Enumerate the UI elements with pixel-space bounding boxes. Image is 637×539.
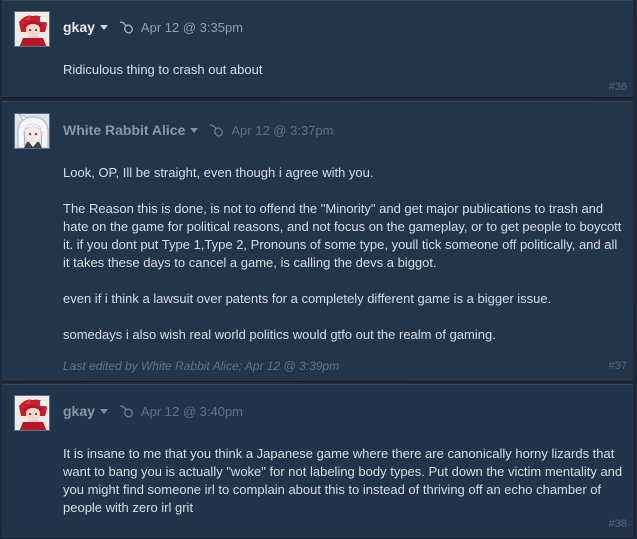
- comment-body: Look, OP, Ill be straight, even though i…: [63, 164, 623, 344]
- comment-paragraph: even if i think a lawsuit over patents f…: [63, 291, 552, 306]
- edited-note: Last edited by White Rabbit Alice; Apr 1…: [63, 359, 340, 373]
- mouse-icon: [119, 21, 133, 34]
- author-line: White Rabbit Alice Apr 12 @ 3:37pm: [63, 120, 333, 140]
- anime-avatar-red-icon: [15, 12, 49, 46]
- mouse-icon: [210, 124, 224, 137]
- chevron-down-icon[interactable]: [190, 127, 199, 133]
- discussion-thread: gkay Apr 12 @ 3:35pm Ridiculous thing to…: [0, 0, 637, 539]
- author-name[interactable]: White Rabbit Alice: [63, 122, 185, 138]
- post-number[interactable]: #36: [609, 81, 627, 93]
- anime-avatar-red-icon: [15, 396, 49, 430]
- comment-paragraph: It is insane to me that you think a Japa…: [63, 446, 623, 515]
- author-name[interactable]: gkay: [63, 19, 95, 35]
- chevron-down-icon[interactable]: [99, 408, 108, 414]
- mouse-icon: [119, 405, 133, 418]
- comment-post: gkay Apr 12 @ 3:35pm Ridiculous thing to…: [2, 0, 633, 98]
- comment-paragraph: Ridiculous thing to crash out about: [63, 62, 263, 77]
- post-timestamp[interactable]: Apr 12 @ 3:37pm: [231, 123, 333, 138]
- comment-post: White Rabbit Alice Apr 12 @ 3:37pm Look,…: [2, 101, 633, 382]
- anime-avatar-white-hair-icon: [15, 114, 49, 148]
- post-timestamp[interactable]: Apr 12 @ 3:40pm: [141, 404, 243, 419]
- post-number[interactable]: #38: [609, 518, 627, 530]
- author-line: gkay Apr 12 @ 3:35pm: [63, 17, 243, 37]
- comment-body: It is insane to me that you think a Japa…: [63, 445, 623, 517]
- comment-paragraph: Look, OP, Ill be straight, even though i…: [63, 165, 374, 180]
- user-avatar[interactable]: [14, 11, 50, 47]
- post-number[interactable]: #37: [609, 360, 627, 372]
- post-timestamp[interactable]: Apr 12 @ 3:35pm: [141, 20, 243, 35]
- comment-body: Ridiculous thing to crash out about: [63, 61, 623, 79]
- user-avatar[interactable]: [14, 113, 50, 149]
- comment-post: gkay Apr 12 @ 3:40pm It is insane to me …: [2, 384, 633, 539]
- comment-paragraph: somedays i also wish real world politics…: [63, 327, 496, 342]
- author-name[interactable]: gkay: [63, 403, 95, 419]
- comment-paragraph: The Reason this is done, is not to offen…: [63, 201, 622, 270]
- author-line: gkay Apr 12 @ 3:40pm: [63, 401, 243, 421]
- chevron-down-icon[interactable]: [99, 24, 108, 30]
- user-avatar[interactable]: [14, 395, 50, 431]
